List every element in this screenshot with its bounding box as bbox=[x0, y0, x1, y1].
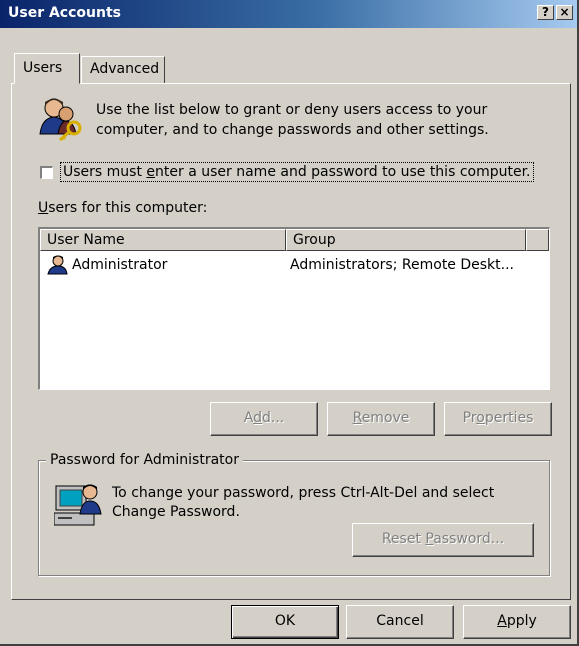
require-login-label-accel: e bbox=[146, 164, 156, 180]
apply-button-rest: pply bbox=[506, 613, 537, 629]
add-button[interactable]: Add... bbox=[210, 402, 318, 436]
close-icon: × bbox=[559, 5, 570, 19]
users-list-label: Users for this computer: bbox=[38, 200, 207, 216]
properties-button-accel: o bbox=[476, 410, 485, 426]
help-icon: ? bbox=[542, 5, 549, 19]
window-title: User Accounts bbox=[8, 5, 121, 21]
reset-password-post: assword... bbox=[433, 531, 505, 547]
users-key-icon bbox=[39, 98, 82, 142]
password-group-title: Password for Administrator bbox=[46, 452, 243, 468]
ok-button-label: OK bbox=[274, 613, 296, 629]
apply-button[interactable]: Apply bbox=[463, 605, 571, 639]
require-login-label-post: nter a user name and password to use thi… bbox=[155, 164, 531, 180]
user-icon bbox=[47, 255, 68, 275]
add-button-accel: d bbox=[253, 410, 262, 426]
properties-button-post: perties bbox=[484, 410, 534, 426]
column-header-user-name-label: User Name bbox=[47, 232, 125, 248]
user-accounts-dialog: User Accounts ? × Users Advanced Use the… bbox=[0, 0, 579, 646]
remove-button-accel: R bbox=[352, 410, 362, 426]
tab-advanced-label: Advanced bbox=[90, 61, 160, 77]
reset-password-pre: Reset bbox=[381, 531, 426, 547]
add-button-post: d... bbox=[261, 410, 285, 426]
ok-button[interactable]: OK bbox=[231, 605, 339, 639]
tab-users-label: Users bbox=[23, 60, 63, 76]
help-button[interactable]: ? bbox=[537, 5, 554, 20]
close-button[interactable]: × bbox=[556, 5, 573, 20]
require-login-label[interactable]: Users must enter a user name and passwor… bbox=[60, 162, 534, 182]
reset-password-button[interactable]: Reset Password... bbox=[352, 523, 534, 557]
tab-users[interactable]: Users bbox=[14, 53, 80, 84]
column-header-user-name[interactable]: User Name bbox=[40, 229, 286, 251]
title-bar[interactable]: User Accounts ? × bbox=[0, 0, 577, 28]
user-name-cell: Administrator bbox=[72, 257, 168, 273]
cancel-button[interactable]: Cancel bbox=[346, 605, 454, 639]
user-group-cell: Administrators; Remote Deskt... bbox=[290, 257, 514, 273]
password-info-text: To change your password, press Ctrl-Alt-… bbox=[112, 485, 495, 520]
column-header-group[interactable]: Group bbox=[286, 229, 526, 251]
intro-text: Use the list below to grant or deny user… bbox=[96, 102, 489, 138]
properties-button[interactable]: Properties bbox=[444, 402, 552, 436]
tab-advanced[interactable]: Advanced bbox=[81, 56, 165, 83]
require-login-checkbox[interactable] bbox=[40, 166, 53, 179]
users-list-label-rest: sers for this computer: bbox=[48, 200, 208, 216]
require-login-label-pre: Users must bbox=[63, 164, 147, 180]
apply-button-accel: A bbox=[497, 613, 507, 629]
column-header-filler bbox=[526, 229, 549, 251]
column-header-group-label: Group bbox=[293, 232, 336, 248]
remove-button[interactable]: Remove bbox=[327, 402, 435, 436]
cancel-button-label: Cancel bbox=[376, 613, 424, 629]
users-list[interactable]: User Name Group Administrator Administra… bbox=[38, 227, 550, 390]
computer-user-icon bbox=[54, 484, 102, 526]
add-button-pre: A bbox=[243, 410, 254, 426]
properties-button-pre: Pr bbox=[462, 410, 477, 426]
remove-button-post: emove bbox=[361, 410, 410, 426]
users-list-label-accel: U bbox=[38, 200, 49, 216]
